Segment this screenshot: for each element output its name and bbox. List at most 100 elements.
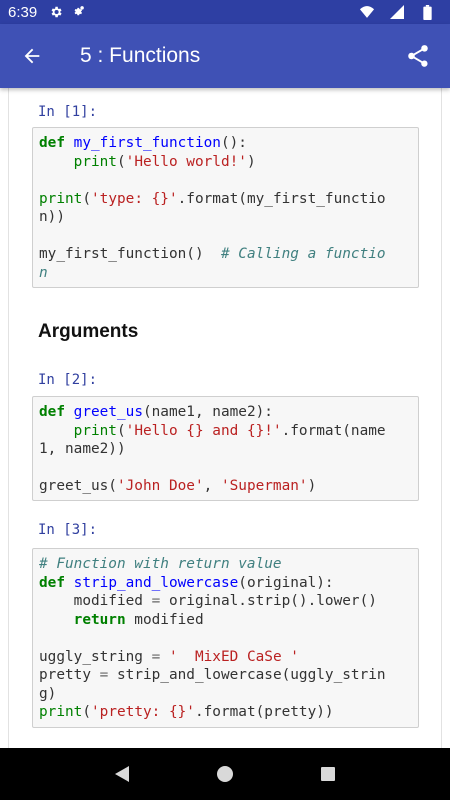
code-line: print('Hello {} and {}!'.format(name	[39, 422, 412, 441]
code-token: g)	[39, 685, 57, 702]
status-bar: 6:39	[0, 0, 450, 24]
code-token: def	[39, 574, 65, 591]
app-bar: 5 : Functions	[0, 24, 450, 88]
code-line: def greet_us(name1, name2):	[39, 403, 412, 422]
code-token: 'Superman'	[220, 478, 308, 494]
notebook-content[interactable]: In [1]: def my_first_function(): print('…	[0, 88, 450, 748]
code-token: n))	[39, 209, 65, 225]
cell-prompt: In [1]:	[38, 104, 98, 120]
signal-icon	[390, 5, 404, 19]
code-line: print('type: {}'.format(my_first_functio	[39, 190, 412, 209]
code-line: 1, name2))	[39, 440, 412, 459]
wifi-icon	[360, 5, 374, 19]
code-token: original.strip().lower()	[160, 593, 377, 609]
code-cell[interactable]: # Function with return value def strip_an…	[32, 548, 419, 728]
code-token: print	[39, 704, 83, 720]
code-token: print	[73, 422, 117, 439]
code-token: (name1, name2):	[142, 404, 273, 420]
code-line: g)	[39, 685, 412, 704]
settings-dot-icon	[71, 5, 85, 19]
code-token: =	[151, 593, 161, 609]
nav-home-icon	[216, 766, 233, 782]
code-token: .format(name	[281, 422, 386, 439]
code-token: # Calling a functio	[220, 246, 386, 262]
cell-prompt: In [3]:	[38, 522, 98, 538]
code-token: (	[116, 422, 126, 439]
section-heading: Arguments	[38, 321, 139, 342]
code-token: # Function with return value	[39, 556, 282, 572]
code-token: greet_us	[73, 404, 143, 420]
system-nav-bar	[0, 748, 450, 800]
nav-home-button[interactable]	[201, 750, 249, 798]
code-token: 'John Doe'	[116, 478, 204, 494]
code-line: my_first_function() # Calling a functio	[39, 245, 412, 264]
cell-prompt: In [2]:	[38, 372, 98, 388]
code-token: 'Hello world!'	[125, 153, 247, 170]
share-icon	[408, 45, 428, 67]
code-token: 'Hello {} and {}!'	[125, 422, 282, 439]
code-line: print('Hello world!')	[39, 153, 412, 172]
code-token: greet_us(	[39, 478, 117, 494]
code-token: .format(pretty))	[194, 704, 334, 720]
code-line: greet_us('John Doe', 'Superman')	[39, 477, 412, 496]
code-token: print	[39, 190, 83, 207]
code-token: my_first_function()	[39, 246, 221, 262]
code-line: def my_first_function():	[39, 134, 412, 153]
code-token: (	[116, 153, 126, 170]
nav-back-button[interactable]	[98, 750, 146, 798]
code-token: pretty	[39, 667, 100, 683]
share-button[interactable]	[390, 24, 446, 88]
code-token: def	[39, 404, 65, 420]
code-token: (	[82, 704, 91, 720]
code-token: .format(my_first_functio	[177, 190, 386, 207]
code-line: modified = original.strip().lower()	[39, 592, 412, 611]
code-token: return	[73, 611, 126, 628]
page-title: 5 : Functions	[80, 44, 201, 67]
battery-icon	[420, 4, 434, 20]
code-line: return modified	[39, 611, 412, 630]
nav-recents-button[interactable]	[304, 750, 352, 798]
code-token: strip_and_lowercase	[73, 574, 239, 591]
code-token: 'type: {}'	[91, 190, 178, 207]
status-time: 6:39	[8, 3, 38, 21]
back-button[interactable]	[2, 24, 62, 88]
code-token: )	[246, 153, 256, 170]
arrow-back-icon	[24, 48, 40, 64]
code-line: print('pretty: {}'.format(pretty))	[39, 703, 412, 722]
code-token: (original):	[238, 574, 334, 591]
code-token: )	[307, 478, 317, 494]
code-token: modified	[39, 593, 152, 609]
code-line: n	[39, 264, 412, 283]
code-cell[interactable]: def greet_us(name1, name2): print('Hello…	[32, 396, 419, 501]
code-line: uggly_string = ' MixED CaSe '	[39, 648, 412, 667]
code-token: (	[82, 190, 91, 207]
code-token: ():	[220, 135, 247, 151]
code-token: strip_and_lowercase(uggly_strin	[108, 667, 386, 683]
code-line: # Function with return value	[39, 555, 412, 574]
nav-back-icon	[114, 766, 129, 782]
code-token: ' MixED CaSe '	[168, 648, 299, 665]
code-cell[interactable]: def my_first_function(): print('Hello wo…	[32, 127, 419, 288]
code-line: def strip_and_lowercase(original):	[39, 574, 412, 593]
code-token: uggly_string	[39, 648, 152, 665]
code-token: =	[151, 648, 161, 665]
settings-icon	[49, 5, 63, 19]
code-token: def	[39, 135, 65, 151]
code-line: pretty = strip_and_lowercase(uggly_strin	[39, 666, 412, 685]
code-line: n))	[39, 208, 412, 227]
code-token: modified	[125, 611, 204, 628]
code-token: n	[39, 264, 48, 281]
code-token: my_first_function	[73, 135, 221, 151]
code-token: 1, name2))	[39, 441, 126, 457]
